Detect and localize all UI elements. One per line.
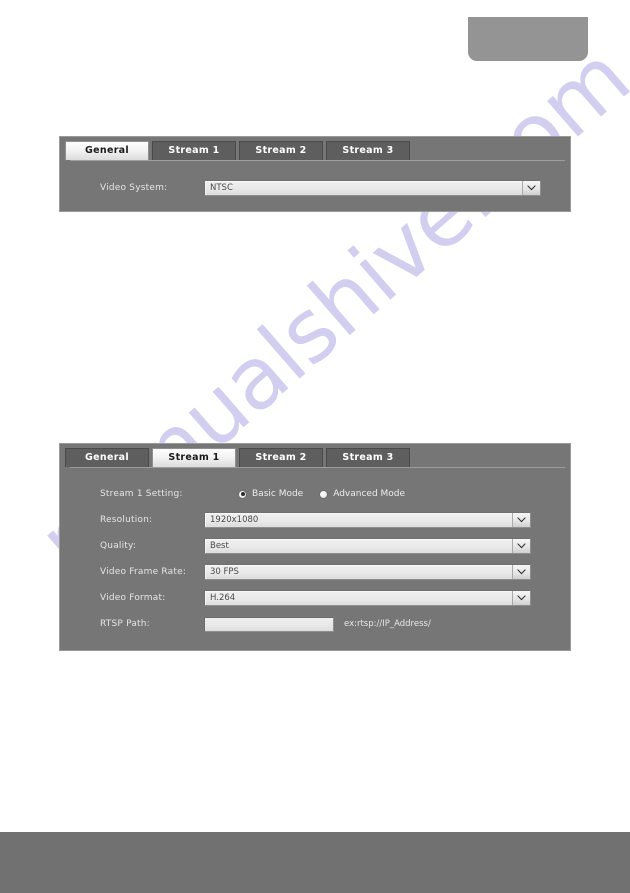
- resolution-select[interactable]: 1920x1080: [204, 512, 531, 528]
- stream1-settings-panel: General Stream 1 Stream 2 Stream 3 Strea…: [59, 443, 571, 651]
- corner-tab-block: [468, 17, 588, 61]
- quality-field-area: Best: [195, 538, 570, 554]
- quality-select[interactable]: Best: [204, 538, 531, 554]
- quality-label: Quality:: [100, 541, 137, 551]
- stream1-mode-field-area: Basic Mode Advanced Mode: [195, 489, 570, 499]
- chevron-down-icon[interactable]: [512, 565, 530, 579]
- quality-value: Best: [210, 541, 229, 551]
- radio-basic-mode-indicator[interactable]: [238, 489, 247, 499]
- video-format-label: Video Format:: [100, 593, 166, 603]
- general-panel-tabstrip: General Stream 1 Stream 2 Stream 3: [65, 141, 570, 161]
- radio-advanced-mode-label: Advanced Mode: [333, 489, 406, 499]
- chevron-down-icon[interactable]: [512, 513, 530, 527]
- video-format-field-area: H.264: [195, 590, 570, 606]
- video-system-select[interactable]: NTSC: [204, 180, 541, 196]
- rtsp-path-label: RTSP Path:: [100, 619, 150, 629]
- video-format-row: Video Format: H.264: [60, 585, 570, 611]
- video-system-value: NTSC: [210, 183, 233, 193]
- radio-basic-mode[interactable]: Basic Mode: [238, 489, 303, 499]
- video-frame-rate-row: Video Frame Rate: 30 FPS: [60, 559, 570, 585]
- tab-stream-2[interactable]: Stream 2: [239, 448, 323, 467]
- tab-general[interactable]: General: [65, 141, 149, 160]
- chevron-down-icon[interactable]: [522, 181, 540, 195]
- chevron-down-icon[interactable]: [512, 591, 530, 605]
- stream1-setting-label: Stream 1 Setting:: [100, 489, 183, 499]
- video-system-row: Video System: NTSC: [60, 170, 570, 206]
- radio-advanced-mode[interactable]: Advanced Mode: [319, 489, 405, 499]
- general-settings-panel: General Stream 1 Stream 2 Stream 3 Video…: [59, 136, 571, 212]
- video-frame-rate-label: Video Frame Rate:: [100, 567, 187, 577]
- stream1-setting-row: Stream 1 Setting: Basic Mode Advanced Mo…: [60, 481, 570, 507]
- tab-stream-2[interactable]: Stream 2: [239, 141, 323, 160]
- video-system-field-area: NTSC: [195, 180, 570, 196]
- tab-stream-1[interactable]: Stream 1: [152, 448, 236, 467]
- quality-row: Quality: Best: [60, 533, 570, 559]
- chevron-down-icon[interactable]: [512, 539, 530, 553]
- video-system-label: Video System:: [100, 183, 168, 193]
- general-panel-body: Video System: NTSC: [60, 170, 570, 206]
- tab-stream-3[interactable]: Stream 3: [326, 448, 410, 467]
- rtsp-path-field-area: ex:rtsp://IP_Address/: [195, 616, 570, 632]
- rtsp-path-input[interactable]: [204, 616, 334, 632]
- stream1-panel-body: Stream 1 Setting: Basic Mode Advanced Mo…: [60, 467, 570, 637]
- rtsp-path-hint: ex:rtsp://IP_Address/: [344, 619, 431, 629]
- stream1-mode-radio-group: Basic Mode Advanced Mode: [238, 489, 421, 499]
- resolution-row: Resolution: 1920x1080: [60, 507, 570, 533]
- tabstrip-divider: [70, 160, 565, 161]
- radio-basic-mode-label: Basic Mode: [252, 489, 304, 499]
- resolution-label: Resolution:: [100, 515, 153, 525]
- page-footer-band: [0, 832, 630, 893]
- tab-general[interactable]: General: [65, 448, 149, 467]
- tab-stream-1[interactable]: Stream 1: [152, 141, 236, 160]
- resolution-value: 1920x1080: [210, 515, 259, 525]
- video-frame-rate-value: 30 FPS: [210, 567, 239, 577]
- resolution-field-area: 1920x1080: [195, 512, 570, 528]
- video-format-select[interactable]: H.264: [204, 590, 531, 606]
- rtsp-path-row: RTSP Path: ex:rtsp://IP_Address/: [60, 611, 570, 637]
- radio-advanced-mode-indicator[interactable]: [319, 489, 329, 499]
- video-format-value: H.264: [210, 593, 236, 603]
- tab-stream-3[interactable]: Stream 3: [326, 141, 410, 160]
- video-frame-rate-select[interactable]: 30 FPS: [204, 564, 531, 580]
- stream1-panel-tabstrip: General Stream 1 Stream 2 Stream 3: [65, 448, 570, 468]
- video-frame-rate-field-area: 30 FPS: [195, 564, 570, 580]
